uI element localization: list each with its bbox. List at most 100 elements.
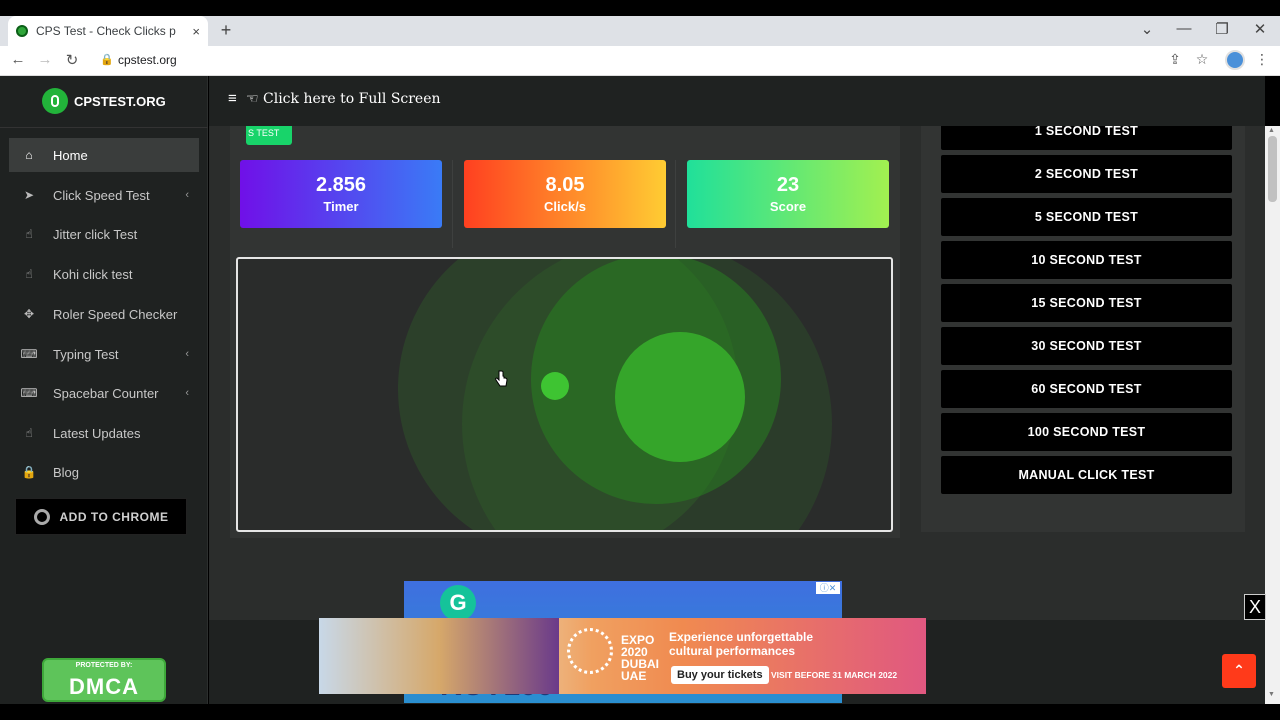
clicks-per-second-stat-card: 8.05 Click/s (464, 160, 666, 228)
sidebar-item-home[interactable]: ⌂ Home (9, 138, 199, 172)
click-ripple (615, 332, 745, 462)
dmca-text: DMCA (69, 674, 139, 699)
score-stat-card: 23 Score (687, 160, 889, 228)
ad-headline: Experience unforgettable cultural perfor… (669, 630, 814, 658)
sidebar-item-label: Click Speed Test (53, 187, 150, 203)
chevron-left-icon: ‹ (185, 387, 189, 399)
sidebar-item-label: Jitter click Test (53, 226, 138, 242)
ad-expo-banner[interactable]: EXPO 2020 DUBAI UAE Experience unforgett… (319, 618, 926, 694)
tab-close-button[interactable]: × (192, 24, 200, 39)
address-bar: ← → ↻ 🔒 cpstest.org ⇪ ☆ ⋮ (0, 46, 1280, 76)
sidebar-item-label: Kohi click test (53, 266, 133, 282)
url-text[interactable]: cpstest.org (118, 53, 177, 67)
mouse-favicon-icon (16, 25, 28, 37)
sidebar-item-typing-test[interactable]: ⌨ Typing Test ‹ (9, 337, 199, 371)
window-bottom-edge (0, 704, 1280, 720)
brand-name: CPSTEST.ORG (74, 93, 166, 109)
scroll-down-arrow-icon[interactable]: ▼ (1268, 691, 1275, 698)
15-second-test-button[interactable]: 15 SECOND TEST (941, 284, 1232, 322)
stat-divider (675, 160, 676, 248)
100-second-test-button[interactable]: 100 SECOND TEST (941, 413, 1232, 451)
timer-value: 2.856 (315, 174, 367, 196)
tab-search-icon[interactable]: ⌄ (1132, 20, 1162, 38)
hand-pointer-icon: ☝ (25, 267, 33, 281)
fullscreen-link[interactable]: ☜ Click here to Full Screen (246, 91, 441, 107)
chevron-left-icon: ‹ (185, 348, 189, 360)
reload-icon[interactable]: ↻ (62, 51, 82, 69)
lock-icon: 🔒 (21, 465, 37, 479)
sidebar-item-spacebar-counter[interactable]: ⌨ Spacebar Counter ‹ (9, 376, 199, 410)
sidebar-item-blog[interactable]: 🔒 Blog (9, 455, 199, 489)
clicks-per-second-label: Click/s (544, 199, 586, 214)
crosshair-icon: ✥ (23, 307, 35, 321)
manual-click-test-button[interactable]: MANUAL CLICK TEST (941, 456, 1232, 494)
timer-label: Timer (323, 199, 359, 214)
sidebar-item-label: Spacebar Counter (53, 385, 159, 401)
kebab-menu-icon[interactable]: ⋮ (1252, 51, 1272, 68)
sidebar-item-label: Blog (53, 464, 80, 480)
dmca-badge[interactable]: PROTECTED BY: DMCA (42, 658, 166, 702)
score-value: 23 (776, 174, 800, 196)
test-badge: S TEST (246, 126, 292, 145)
expo-logo-icon (567, 628, 613, 674)
new-tab-button[interactable]: + (216, 20, 236, 41)
back-arrow-icon[interactable]: ← (8, 51, 28, 68)
brand[interactable]: CPSTEST.ORG (42, 88, 166, 114)
score-label: Score (769, 199, 807, 214)
30-second-test-button[interactable]: 30 SECOND TEST (941, 327, 1232, 365)
mouse-logo-icon (42, 88, 68, 114)
tab-title: CPS Test - Check Clicks per Seco (36, 24, 176, 38)
chrome-icon (33, 508, 50, 525)
scroll-to-top-button[interactable]: ⌃ (1222, 654, 1256, 688)
stat-divider (452, 160, 453, 248)
hand-pointer-icon: ☝ (25, 426, 33, 440)
forward-arrow-icon[interactable]: → (35, 51, 55, 68)
window-close-icon[interactable]: ✕ (1245, 20, 1275, 38)
sidebar-item-roler-speed-checker[interactable]: ✥ Roler Speed Checker (9, 297, 199, 331)
keyboard-icon: ⌨ (20, 386, 38, 400)
chevron-left-icon: ‹ (185, 189, 189, 201)
add-to-chrome-label: ADD TO CHROME (59, 509, 169, 524)
adchoices-icon[interactable]: ⓘ✕ (816, 582, 840, 594)
sidebar-item-label: Roler Speed Checker (53, 306, 178, 322)
profile-avatar[interactable] (1225, 50, 1245, 70)
2-second-test-button[interactable]: 2 SECOND TEST (941, 155, 1232, 193)
clicks-per-second-value: 8.05 (545, 174, 585, 196)
browser-tab[interactable]: CPS Test - Check Clicks per Seco × (8, 16, 208, 46)
hamburger-menu-icon[interactable]: ≡ (228, 90, 237, 107)
close-ad-button[interactable]: X (1244, 594, 1266, 620)
scroll-up-arrow-icon[interactable]: ▲ (1268, 127, 1275, 134)
page-scrollbar[interactable] (1265, 126, 1280, 720)
sidebar-item-latest-updates[interactable]: ☝ Latest Updates (9, 416, 199, 450)
click-area[interactable] (236, 257, 893, 532)
10-second-test-button[interactable]: 10 SECOND TEST (941, 241, 1232, 279)
star-icon[interactable]: ☆ (1192, 51, 1212, 68)
sidebar-item-jitter-click-test[interactable]: ☝ Jitter click Test (9, 217, 199, 251)
scrollbar-thumb[interactable] (1268, 136, 1277, 202)
maximize-icon[interactable]: ❐ (1207, 20, 1237, 38)
home-icon: ⌂ (25, 148, 33, 162)
5-second-test-button[interactable]: 5 SECOND TEST (941, 198, 1232, 236)
expo-text: EXPO 2020 DUBAI UAE (621, 634, 659, 682)
lock-icon[interactable]: 🔒 (100, 53, 114, 66)
header-overlay (921, 76, 1265, 126)
timer-stat-card: 2.856 Timer (240, 160, 442, 228)
sidebar-item-click-speed-test[interactable]: ➤ Click Speed Test ‹ (9, 178, 199, 212)
tab-strip: CPS Test - Check Clicks per Seco × + ⌄ —… (0, 16, 1280, 46)
60-second-test-button[interactable]: 60 SECOND TEST (941, 370, 1232, 408)
buy-tickets-button[interactable]: Buy your tickets (671, 666, 769, 684)
sidebar-item-label: Home (53, 147, 88, 163)
hand-cursor-icon (495, 370, 508, 387)
sidebar-divider (0, 127, 208, 128)
share-icon[interactable]: ⇪ (1165, 51, 1185, 68)
sidebar-item-label: Latest Updates (53, 425, 141, 441)
dmca-protected-text: PROTECTED BY: (75, 662, 133, 669)
window-top-edge (0, 0, 1280, 16)
ad-visit-text: VISIT BEFORE 31 MARCH 2022 (771, 670, 898, 680)
expo-line-4: UAE (621, 669, 647, 683)
sidebar-item-kohi-click-test[interactable]: ☝ Kohi click test (9, 257, 199, 291)
keyboard-icon: ⌨ (20, 347, 38, 361)
add-to-chrome-button[interactable]: ADD TO CHROME (15, 498, 187, 535)
minimize-icon[interactable]: — (1169, 20, 1199, 37)
click-ripple (541, 372, 569, 400)
